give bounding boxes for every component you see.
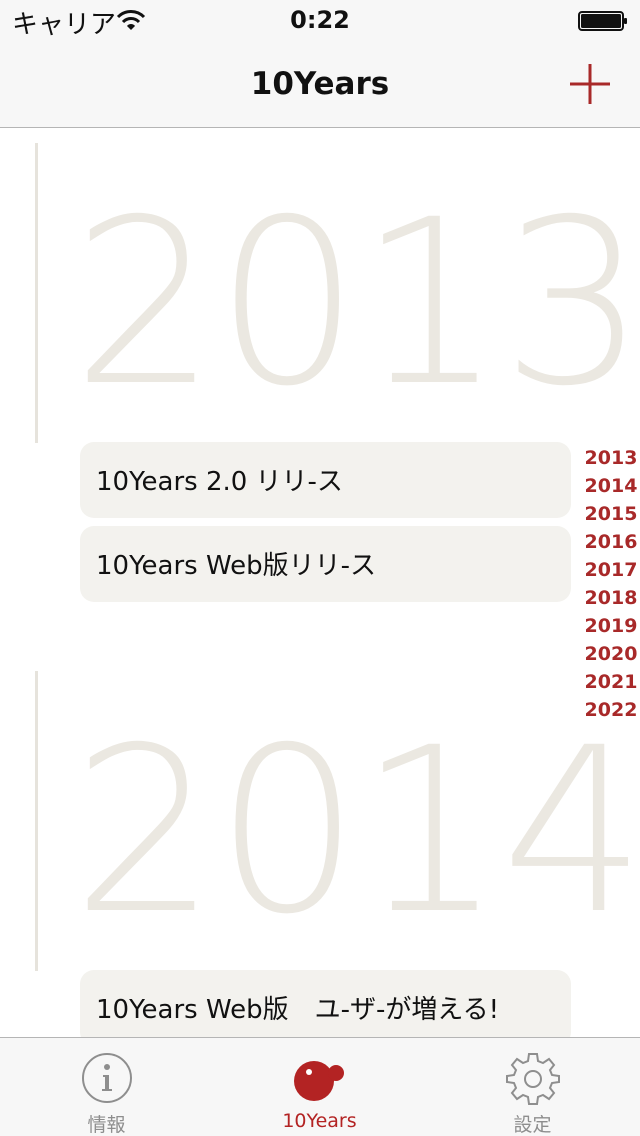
tab-settings[interactable]: 設定	[426, 1038, 639, 1136]
event-card[interactable]: 10Years Web版リリ-ス	[80, 526, 571, 602]
event-title: 10Years 2.0 リリ-ス	[96, 467, 343, 497]
gear-icon	[505, 1053, 560, 1105]
event-card[interactable]: 10Years Web版 ユ-ザ-が増える!	[80, 970, 571, 1037]
tab-label: 情報	[87, 1114, 126, 1136]
year-index-item[interactable]: 2019	[582, 612, 640, 640]
year-heading: 2014	[72, 698, 640, 964]
year-index-item[interactable]: 2018	[582, 584, 640, 612]
event-card[interactable]: 10Years 2.0 リリ-ス	[80, 442, 571, 518]
year-heading: 2013	[72, 170, 640, 436]
tab-bar: 情報 10Years 設定	[0, 1037, 640, 1136]
battery-icon	[578, 11, 627, 31]
navigation-bar: 10Years	[0, 40, 640, 128]
year-index-item[interactable]: 2020	[582, 640, 640, 668]
year-index-item[interactable]: 2016	[582, 528, 640, 556]
year-divider-line	[35, 671, 38, 971]
status-bar: キャリア 0:22	[0, 0, 640, 40]
tab-info[interactable]: 情報	[0, 1038, 213, 1136]
status-time: 0:22	[290, 6, 350, 34]
tab-label: 10Years	[282, 1110, 357, 1132]
event-title: 10Years Web版リリ-ス	[96, 551, 377, 581]
year-index-item[interactable]: 2017	[582, 556, 640, 584]
year-section-2013: 2013 10Years 2.0 リリ-ス 10Years Web版リリ-ス	[0, 129, 640, 629]
10years-logo-icon	[293, 1061, 344, 1101]
plus-icon[interactable]	[566, 60, 614, 108]
event-title: 10Years Web版 ユ-ザ-が増える!	[96, 995, 500, 1025]
year-index: 2013 2014 2015 2016 2017 2018 2019 2020 …	[582, 444, 640, 724]
year-index-item[interactable]: 2014	[582, 472, 640, 500]
year-index-item[interactable]: 2022	[582, 696, 640, 724]
year-section-2014: 2014 10Years Web版 ユ-ザ-が増える!	[0, 659, 640, 1037]
year-divider-line	[35, 143, 38, 443]
page-title: 10Years	[250, 66, 390, 102]
tab-10years[interactable]: 10Years	[213, 1038, 426, 1136]
tab-label: 設定	[513, 1114, 552, 1136]
info-icon	[81, 1053, 132, 1103]
year-index-item[interactable]: 2013	[582, 444, 640, 472]
year-index-item[interactable]: 2015	[582, 500, 640, 528]
timeline-scroll-view[interactable]: 2013 10Years 2.0 リリ-ス 10Years Web版リリ-ス 2…	[0, 129, 640, 1037]
year-index-item[interactable]: 2021	[582, 668, 640, 696]
